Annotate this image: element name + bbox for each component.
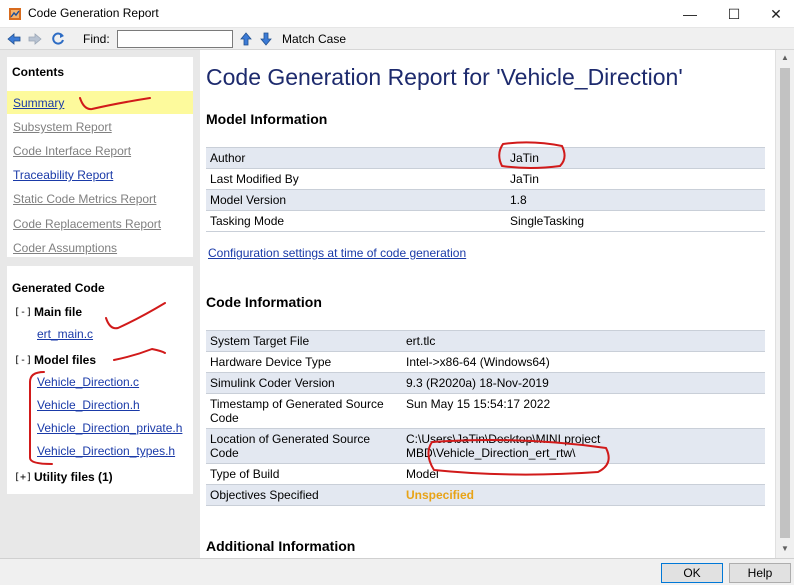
row-value: 9.3 (R2020a) 18-Nov-2019 — [402, 372, 765, 394]
help-button[interactable]: Help — [729, 563, 791, 583]
row-value: Sun May 15 15:54:17 2022 — [402, 393, 765, 429]
table-row: Simulink Coder Version 9.3 (R2020a) 18-N… — [206, 372, 765, 394]
file-link-model-types-h[interactable]: Vehicle_Direction_types.h — [37, 444, 175, 458]
up-arrow-icon[interactable] — [238, 31, 254, 47]
table-row: Type of Build Model — [206, 463, 765, 485]
back-arrow-icon[interactable] — [6, 31, 22, 47]
find-label: Find: — [83, 32, 110, 46]
toolbar: Find: Match Case — [0, 28, 794, 50]
table-row: Hardware Device Type Intel->x86-64 (Wind… — [206, 351, 765, 373]
table-row: System Target File ert.tlc — [206, 330, 765, 352]
row-key: Tasking Mode — [206, 210, 506, 232]
main-file-toggle[interactable]: [-] — [14, 307, 32, 318]
nav-summary[interactable]: Summary — [13, 96, 64, 110]
row-key: Timestamp of Generated Source Code — [206, 393, 402, 429]
table-row: Timestamp of Generated Source Code Sun M… — [206, 393, 765, 429]
row-key: Model Version — [206, 189, 506, 211]
nav-code-replacements-report[interactable]: Code Replacements Report — [13, 217, 161, 231]
nav-coder-assumptions[interactable]: Coder Assumptions — [13, 241, 117, 255]
model-files-label: Model files — [34, 353, 97, 367]
model-files-toggle[interactable]: [-] — [14, 355, 32, 366]
scroll-thumb[interactable] — [780, 68, 790, 538]
close-button[interactable]: ✕ — [762, 4, 790, 24]
nav-subsystem-report[interactable]: Subsystem Report — [13, 120, 112, 134]
row-value: JaTin — [506, 147, 765, 169]
scroll-up-icon[interactable]: ▲ — [776, 50, 794, 66]
maximize-button[interactable]: ☐ — [720, 4, 748, 24]
generated-code-heading: Generated Code — [12, 281, 105, 295]
table-row: Author JaTin — [206, 147, 765, 169]
scroll-down-icon[interactable]: ▼ — [776, 541, 794, 557]
title-bar: Code Generation Report — ☐ ✕ — [0, 0, 794, 28]
nav-static-code-metrics-report[interactable]: Static Code Metrics Report — [13, 192, 156, 206]
find-input[interactable] — [117, 30, 233, 48]
row-value: Model — [402, 463, 765, 485]
row-key: System Target File — [206, 330, 402, 352]
model-information-table: Author JaTin Last Modified By JaTin Mode… — [206, 147, 765, 232]
ok-button[interactable]: OK — [661, 563, 723, 583]
row-key: Location of Generated Source Code — [206, 428, 402, 464]
configuration-settings-link[interactable]: Configuration settings at time of code g… — [208, 246, 466, 260]
code-information-heading: Code Information — [206, 294, 322, 310]
report-app-icon — [9, 8, 21, 20]
refresh-icon[interactable] — [50, 31, 66, 47]
row-value: SingleTasking — [506, 210, 765, 232]
window-title: Code Generation Report — [28, 6, 159, 20]
report-content: Code Generation Report for 'Vehicle_Dire… — [200, 50, 775, 558]
row-value: Intel->x86-64 (Windows64) — [402, 351, 765, 373]
nav-code-interface-report[interactable]: Code Interface Report — [13, 144, 131, 158]
row-value: JaTin — [506, 168, 765, 190]
row-value: ert.tlc — [402, 330, 765, 352]
row-value: C:\Users\JaTin\Desktop\MINI project MBD\… — [402, 428, 765, 464]
model-information-heading: Model Information — [206, 111, 328, 127]
table-row: Model Version 1.8 — [206, 189, 765, 211]
table-row: Tasking Mode SingleTasking — [206, 210, 765, 232]
down-arrow-icon[interactable] — [258, 31, 274, 47]
report-title: Code Generation Report for 'Vehicle_Dire… — [206, 64, 683, 90]
code-information-table: System Target File ert.tlc Hardware Devi… — [206, 330, 765, 506]
row-key: Type of Build — [206, 463, 402, 485]
table-row: Objectives Specified Unspecified — [206, 484, 765, 506]
forward-arrow-icon[interactable] — [27, 31, 43, 47]
utility-files-label[interactable]: Utility files (1) — [34, 470, 113, 484]
contents-panel: Contents Summary Subsystem Report Code I… — [7, 57, 193, 257]
row-key: Author — [206, 147, 506, 169]
row-key: Objectives Specified — [206, 484, 402, 506]
additional-information-heading: Additional Information — [206, 538, 356, 554]
vertical-scrollbar[interactable]: ▲ ▼ — [775, 50, 794, 558]
minimize-button[interactable]: — — [676, 4, 704, 24]
navigation-pane: Contents Summary Subsystem Report Code I… — [0, 50, 200, 558]
utility-files-toggle[interactable]: [+] — [14, 472, 32, 483]
dialog-footer: OK Help — [0, 558, 794, 585]
file-link-model-private-h[interactable]: Vehicle_Direction_private.h — [37, 421, 182, 435]
file-link-model-h[interactable]: Vehicle_Direction.h — [37, 398, 140, 412]
row-key: Hardware Device Type — [206, 351, 402, 373]
row-value: 1.8 — [506, 189, 765, 211]
row-key: Last Modified By — [206, 168, 506, 190]
table-row: Last Modified By JaTin — [206, 168, 765, 190]
file-link-ert-main[interactable]: ert_main.c — [37, 327, 93, 341]
contents-heading: Contents — [12, 65, 64, 79]
main-file-label: Main file — [34, 305, 83, 319]
file-link-model-c[interactable]: Vehicle_Direction.c — [37, 375, 139, 389]
table-row: Location of Generated Source Code C:\Use… — [206, 428, 765, 464]
match-case-option[interactable]: Match Case — [282, 32, 346, 46]
objectives-value: Unspecified — [402, 484, 765, 506]
nav-traceability-report[interactable]: Traceability Report — [13, 168, 113, 182]
row-key: Simulink Coder Version — [206, 372, 402, 394]
generated-code-panel: Generated Code [-] Main file ert_main.c … — [7, 266, 193, 494]
